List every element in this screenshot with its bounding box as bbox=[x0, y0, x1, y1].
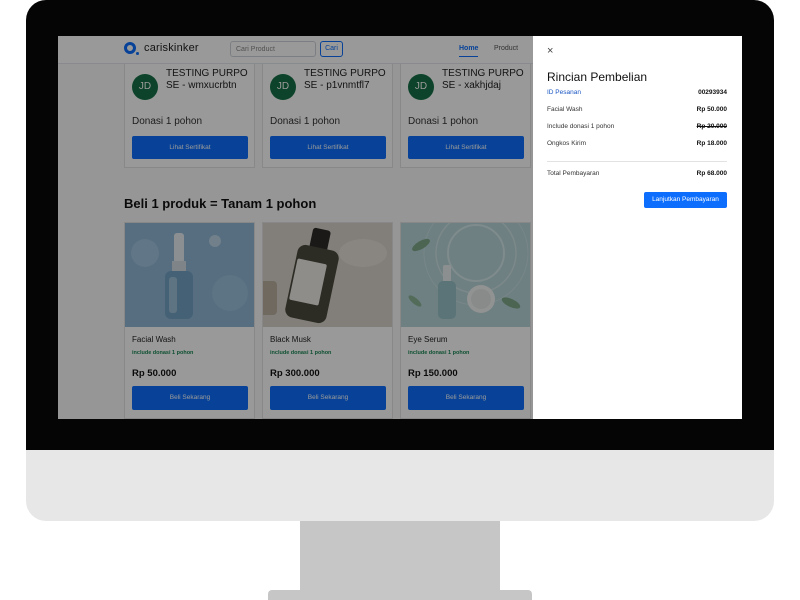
shipping-label: Ongkos Kirim bbox=[547, 140, 587, 147]
order-id-row: ID Pesanan 00293934 bbox=[547, 89, 727, 101]
order-id-label: ID Pesanan bbox=[547, 89, 581, 96]
continue-payment-button[interactable]: Lanjutkan Pembayaran bbox=[644, 192, 727, 208]
shipping-row: Ongkos Kirim Rp 18.000 bbox=[547, 140, 727, 152]
total-label: Total Pembayaran bbox=[547, 170, 600, 177]
panel-title: Rincian Pembelian bbox=[547, 70, 648, 84]
monitor-stand bbox=[300, 521, 500, 595]
total-value: Rp 68.000 bbox=[696, 170, 727, 177]
divider bbox=[547, 161, 727, 162]
monitor-chin bbox=[26, 450, 774, 521]
item-label: Facial Wash bbox=[547, 106, 583, 113]
item-price: Rp 50.000 bbox=[696, 106, 727, 113]
purchase-details-panel: × Rincian Pembelian ID Pesanan 00293934 … bbox=[533, 36, 742, 419]
donation-label: Include donasi 1 pohon bbox=[547, 123, 615, 130]
item-row: Facial Wash Rp 50.000 bbox=[547, 106, 727, 118]
monitor-stand-base bbox=[268, 590, 532, 600]
screen: cariskinker Cari Product Cari Home Produ… bbox=[58, 36, 742, 419]
donation-price: Rp 20.000 bbox=[696, 123, 727, 130]
close-icon[interactable]: × bbox=[547, 46, 553, 57]
donation-row: Include donasi 1 pohon Rp 20.000 bbox=[547, 123, 727, 135]
order-id-value: 00293934 bbox=[698, 89, 727, 96]
shipping-price: Rp 18.000 bbox=[696, 140, 727, 147]
total-row: Total Pembayaran Rp 68.000 bbox=[547, 170, 727, 182]
